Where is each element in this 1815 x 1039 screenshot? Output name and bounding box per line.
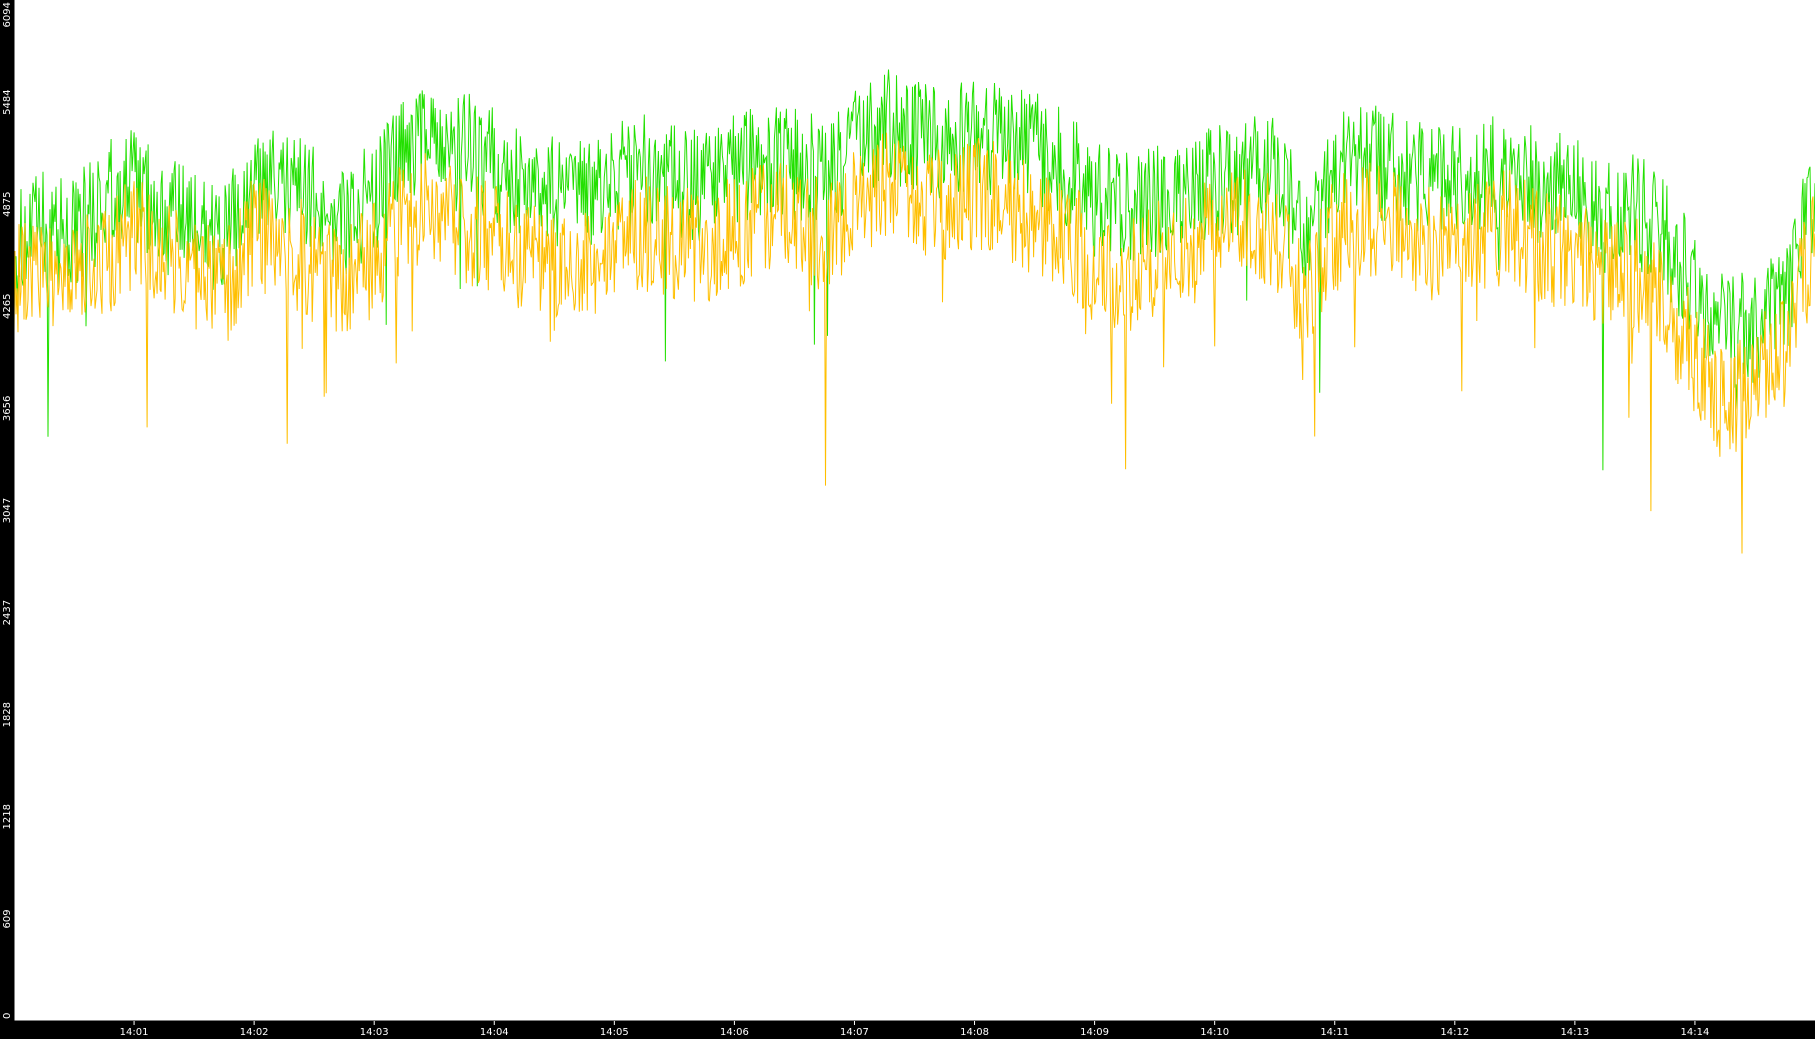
y-tick-label: 1828 <box>2 702 13 727</box>
x-tick-label: 14:13 <box>1560 1027 1589 1038</box>
x-tick-label: 14:07 <box>840 1027 869 1038</box>
y-tick-label: 0 <box>2 1013 13 1019</box>
y-axis-ticks: 0 609 1218 1828 2437 3047 3656 4265 4875 5484 6094 <box>2 0 14 1022</box>
plot-background <box>14 0 1815 1021</box>
x-tick-label: 14:09 <box>1080 1027 1109 1038</box>
y-tick-label: 4875 <box>2 191 13 216</box>
x-tick-label: 14:08 <box>960 1027 989 1038</box>
line-chart: 0 609 1218 1828 2437 3047 3656 4265 4875 5484 6094… <box>2 0 1815 1038</box>
y-tick-label: 5484 <box>2 89 13 114</box>
y-tick-label: 609 <box>2 909 13 928</box>
y-tick-label: 4265 <box>2 294 13 319</box>
x-tick-label: 14:04 <box>480 1027 509 1038</box>
x-tick-label: 14:12 <box>1440 1027 1469 1038</box>
x-tick-label: 14:06 <box>720 1027 749 1038</box>
y-tick-label: 3656 <box>2 396 13 421</box>
y-tick-label: 6094 <box>2 2 13 27</box>
y-tick-label: 3047 <box>2 498 13 523</box>
x-axis-ticks: 14:01 14:02 14:03 14:04 14:05 14:06 14:07 14:08… <box>120 1021 1710 1038</box>
x-tick-label: 14:05 <box>600 1027 629 1038</box>
x-tick-label: 14:10 <box>1200 1027 1229 1038</box>
x-tick-label: 14:03 <box>360 1027 389 1038</box>
x-tick-label: 14:11 <box>1320 1027 1349 1038</box>
y-tick-label: 1218 <box>2 804 13 829</box>
x-tick-label: 14:02 <box>240 1027 269 1038</box>
y-tick-label: 2437 <box>2 600 13 625</box>
x-tick-label: 14:01 <box>120 1027 149 1038</box>
x-tick-label: 14:14 <box>1681 1027 1710 1038</box>
